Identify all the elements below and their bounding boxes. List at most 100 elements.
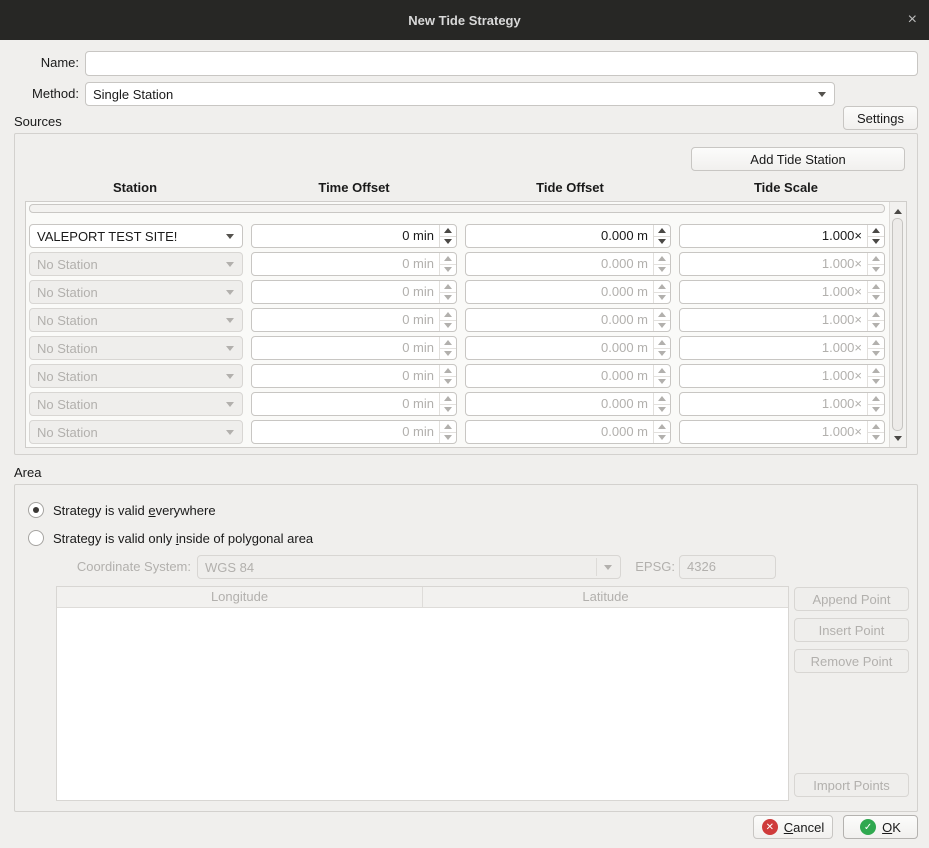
spin-up-icon[interactable] bbox=[654, 225, 670, 236]
time-offset-spinbox[interactable]: 0 min bbox=[251, 420, 457, 444]
spin-down-icon[interactable] bbox=[440, 432, 456, 444]
tide-scale-spinbox[interactable]: 1.000× bbox=[679, 252, 885, 276]
spin-up-icon[interactable] bbox=[654, 309, 670, 320]
spin-down-icon[interactable] bbox=[654, 432, 670, 444]
station-combobox[interactable]: No Station bbox=[29, 308, 243, 332]
tide-offset-spinbox[interactable]: 0.000 m bbox=[465, 420, 671, 444]
scroll-down-icon[interactable] bbox=[890, 431, 906, 445]
spin-up-icon[interactable] bbox=[440, 365, 456, 376]
tide-offset-spinbox[interactable]: 0.000 m bbox=[465, 392, 671, 416]
station-combobox[interactable]: VALEPORT TEST SITE! bbox=[29, 224, 243, 248]
spin-down-icon[interactable] bbox=[654, 348, 670, 360]
spin-down-icon[interactable] bbox=[868, 264, 884, 276]
spin-up-icon[interactable] bbox=[868, 337, 884, 348]
spin-down-icon[interactable] bbox=[440, 348, 456, 360]
titlebar[interactable]: New Tide Strategy × bbox=[0, 0, 929, 40]
time-offset-spinbox[interactable]: 0 min bbox=[251, 392, 457, 416]
time-offset-spinbox[interactable]: 0 min bbox=[251, 224, 457, 248]
spin-up-icon[interactable] bbox=[654, 365, 670, 376]
time-offset-spinbox[interactable]: 0 min bbox=[251, 336, 457, 360]
tide-offset-spinbox[interactable]: 0.000 m bbox=[465, 308, 671, 332]
tide-scale-spinbox[interactable]: 1.000× bbox=[679, 420, 885, 444]
spin-down-icon[interactable] bbox=[868, 348, 884, 360]
scroll-up-icon[interactable] bbox=[890, 204, 906, 218]
settings-button[interactable]: Settings bbox=[843, 106, 918, 130]
close-icon[interactable]: × bbox=[908, 11, 917, 28]
time-offset-spinbox[interactable]: 0 min bbox=[251, 252, 457, 276]
spin-up-icon[interactable] bbox=[868, 421, 884, 432]
tide-scale-spinbox[interactable]: 1.000× bbox=[679, 224, 885, 248]
time-offset-spinbox[interactable]: 0 min bbox=[251, 308, 457, 332]
tide-scale-spinbox[interactable]: 1.000× bbox=[679, 308, 885, 332]
spin-down-icon[interactable] bbox=[868, 376, 884, 388]
add-tide-station-button[interactable]: Add Tide Station bbox=[691, 147, 905, 171]
station-combobox[interactable]: No Station bbox=[29, 420, 243, 444]
spin-down-icon[interactable] bbox=[440, 404, 456, 416]
spin-up-icon[interactable] bbox=[868, 365, 884, 376]
vertical-scrollbar-thumb[interactable] bbox=[892, 218, 903, 431]
spin-up-icon[interactable] bbox=[654, 337, 670, 348]
spin-up-icon[interactable] bbox=[868, 281, 884, 292]
import-points-button[interactable]: Import Points bbox=[794, 773, 909, 797]
append-point-button[interactable]: Append Point bbox=[794, 587, 909, 611]
tide-scale-spinbox[interactable]: 1.000× bbox=[679, 392, 885, 416]
spin-down-icon[interactable] bbox=[868, 404, 884, 416]
spin-up-icon[interactable] bbox=[440, 225, 456, 236]
horizontal-scrollbar-thumb[interactable] bbox=[29, 204, 885, 213]
spin-down-icon[interactable] bbox=[868, 236, 884, 248]
time-offset-spinbox[interactable]: 0 min bbox=[251, 280, 457, 304]
station-combobox[interactable]: No Station bbox=[29, 336, 243, 360]
spin-up-icon[interactable] bbox=[440, 393, 456, 404]
tide-offset-spinbox[interactable]: 0.000 m bbox=[465, 364, 671, 388]
remove-point-button[interactable]: Remove Point bbox=[794, 649, 909, 673]
spin-down-icon[interactable] bbox=[868, 432, 884, 444]
spin-up-icon[interactable] bbox=[868, 225, 884, 236]
spin-down-icon[interactable] bbox=[440, 236, 456, 248]
tide-offset-spinbox[interactable]: 0.000 m bbox=[465, 280, 671, 304]
tide-offset-spinbox[interactable]: 0.000 m bbox=[465, 336, 671, 360]
spin-up-icon[interactable] bbox=[654, 393, 670, 404]
name-input[interactable] bbox=[85, 51, 918, 76]
spin-down-icon[interactable] bbox=[654, 320, 670, 332]
spin-up-icon[interactable] bbox=[654, 281, 670, 292]
tide-offset-spinbox[interactable]: 0.000 m bbox=[465, 252, 671, 276]
radio-valid-everywhere[interactable]: Strategy is valid everywhere bbox=[28, 501, 216, 519]
spin-up-icon[interactable] bbox=[440, 309, 456, 320]
spin-up-icon[interactable] bbox=[654, 421, 670, 432]
time-offset-spinbox[interactable]: 0 min bbox=[251, 364, 457, 388]
spin-down-icon[interactable] bbox=[440, 292, 456, 304]
tide-offset-spinbox[interactable]: 0.000 m bbox=[465, 224, 671, 248]
spin-down-icon[interactable] bbox=[440, 264, 456, 276]
spin-down-icon[interactable] bbox=[868, 320, 884, 332]
spin-up-icon[interactable] bbox=[654, 253, 670, 264]
station-combobox[interactable]: No Station bbox=[29, 392, 243, 416]
radio-valid-polygon-label[interactable]: Strategy is valid only inside of polygon… bbox=[53, 531, 313, 546]
spin-down-icon[interactable] bbox=[654, 376, 670, 388]
spin-up-icon[interactable] bbox=[868, 309, 884, 320]
station-combobox[interactable]: No Station bbox=[29, 252, 243, 276]
station-combobox[interactable]: No Station bbox=[29, 280, 243, 304]
station-combobox[interactable]: No Station bbox=[29, 364, 243, 388]
spin-down-icon[interactable] bbox=[654, 292, 670, 304]
cancel-button[interactable]: ✕ Cancel bbox=[753, 815, 833, 839]
spin-up-icon[interactable] bbox=[868, 393, 884, 404]
radio-button-icon[interactable] bbox=[28, 530, 44, 546]
spin-down-icon[interactable] bbox=[654, 264, 670, 276]
spin-down-icon[interactable] bbox=[654, 404, 670, 416]
spin-down-icon[interactable] bbox=[440, 320, 456, 332]
spin-up-icon[interactable] bbox=[440, 253, 456, 264]
insert-point-button[interactable]: Insert Point bbox=[794, 618, 909, 642]
method-combobox[interactable]: Single Station bbox=[85, 82, 835, 106]
spin-down-icon[interactable] bbox=[868, 292, 884, 304]
spin-down-icon[interactable] bbox=[440, 376, 456, 388]
vertical-scrollbar[interactable] bbox=[889, 202, 906, 447]
spin-up-icon[interactable] bbox=[868, 253, 884, 264]
tide-scale-spinbox[interactable]: 1.000× bbox=[679, 364, 885, 388]
horizontal-scrollbar[interactable] bbox=[29, 204, 885, 214]
radio-button-icon[interactable] bbox=[28, 502, 44, 518]
tide-scale-spinbox[interactable]: 1.000× bbox=[679, 280, 885, 304]
spin-down-icon[interactable] bbox=[654, 236, 670, 248]
spin-up-icon[interactable] bbox=[440, 421, 456, 432]
radio-valid-polygon[interactable]: Strategy is valid only inside of polygon… bbox=[28, 529, 313, 547]
spin-up-icon[interactable] bbox=[440, 337, 456, 348]
